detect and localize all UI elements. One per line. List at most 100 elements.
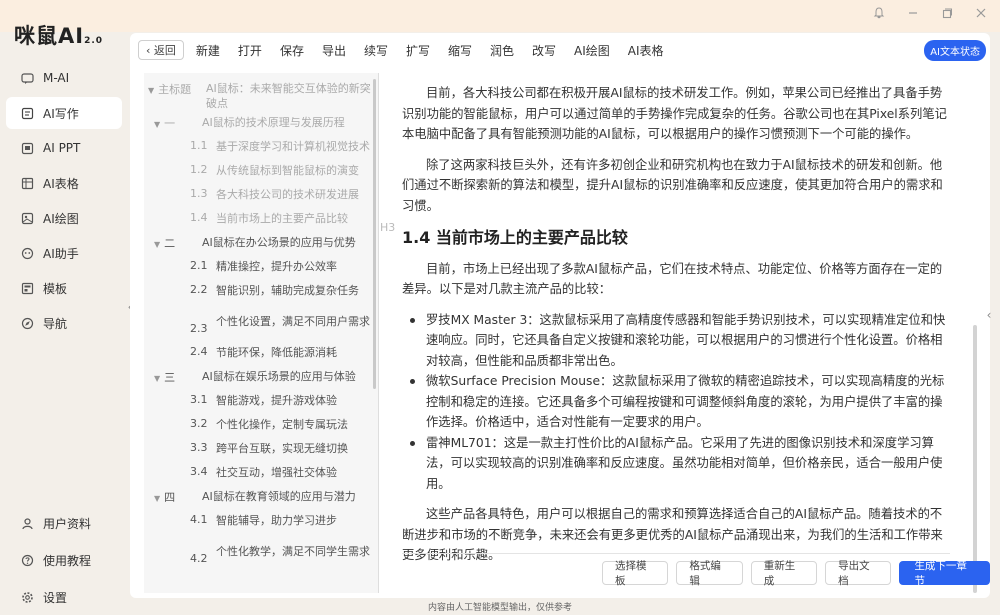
outline-text: 精准操控，提升办公效率: [216, 260, 337, 273]
heading-level-tag: H3: [380, 221, 396, 234]
outline-num: 3.2: [190, 417, 208, 430]
caret-down-icon: ▼: [154, 240, 161, 249]
section-heading: 1.4 当前市场上的主要产品比较: [402, 228, 628, 247]
table-icon: [20, 176, 34, 190]
outline-num: 2.4: [190, 345, 208, 358]
panel-divider[interactable]: [378, 73, 379, 593]
compass-icon: [20, 316, 34, 330]
outline-text: AI鼠标的技术原理与发展历程: [202, 116, 345, 129]
toolbar-export[interactable]: 导出: [322, 42, 346, 59]
template-icon: [20, 281, 34, 295]
sidebar-item-ai-assistant[interactable]: AI助手: [6, 237, 122, 269]
sidebar-item-label: AI助手: [43, 246, 79, 261]
back-button[interactable]: ‹ 返回: [138, 40, 184, 60]
outline-item[interactable]: 3.1 智能游戏，提升游戏体验: [148, 389, 375, 413]
sidebar-item-tutorial[interactable]: 使用教程: [6, 543, 122, 577]
caret-down-icon: ▼: [154, 120, 161, 129]
outline-item[interactable]: 2.4 节能环保，降低能源消耗: [148, 341, 375, 365]
collapse-right-panel-button[interactable]: ‹: [982, 308, 996, 332]
sidebar-item-navigation[interactable]: 导航: [6, 307, 122, 339]
toolbar-polish[interactable]: 润色: [490, 42, 514, 59]
caret-down-icon: ▼: [154, 374, 161, 383]
format-edit-button[interactable]: 格式编辑: [676, 560, 743, 587]
sidebar-item-label: AI绘图: [43, 211, 79, 226]
outline-item[interactable]: 3.4 社交互动，增强社交体验: [148, 461, 375, 485]
regenerate-button[interactable]: 重新生成: [750, 560, 818, 587]
toolbar-rewrite[interactable]: 改写: [532, 42, 556, 59]
outline-list: ▼ 主标题 AI鼠标：未来智能交互体验的新突破点 ▼ 一 AI鼠标的技术原理与发展历…: [144, 73, 379, 571]
outline-item[interactable]: 1.2 从传统鼠标到智能鼠标的演变: [148, 159, 375, 183]
outline-num: 3.4: [190, 465, 208, 478]
disclaimer-note: 内容由人工智能模型输出，仅供参考: [427, 603, 572, 613]
ai-status-badge[interactable]: AI文本状态: [924, 40, 986, 61]
close-icon[interactable]: [972, 6, 990, 24]
toolbar-save[interactable]: 保存: [280, 42, 304, 59]
outline-num: 二: [164, 237, 176, 250]
outline-section[interactable]: ▼ 一 AI鼠标的技术原理与发展历程: [148, 111, 375, 135]
bell-icon[interactable]: [870, 6, 888, 24]
outline-item[interactable]: 3.3 跨平台互联，实现无缝切换: [148, 437, 375, 461]
outline-item[interactable]: 2.3 个性化设置，满足不同用户需求: [148, 303, 375, 341]
outline-scrollbar[interactable]: [373, 79, 376, 389]
outline-item[interactable]: 3.2 个性化操作，定制专属玩法: [148, 413, 375, 437]
toolbar-continue[interactable]: 续写: [364, 42, 388, 59]
outline-num: 1.3: [190, 187, 208, 200]
sidebar-item-template[interactable]: 模板: [6, 272, 122, 304]
sidebar-item-user-profile[interactable]: 用户资料: [6, 506, 122, 540]
outline-text: 跨平台互联，实现无缝切换: [216, 442, 348, 455]
toolbar-shorten[interactable]: 缩写: [448, 42, 472, 59]
sidebar-item-label: M-AI: [43, 71, 70, 85]
bullet-icon: [410, 379, 415, 384]
sidebar-item-m-ai[interactable]: M-AI: [6, 62, 122, 94]
outline-num: 2.3: [190, 322, 208, 335]
document-content[interactable]: 目前，各大科技公司都在积极开展AI鼠标的技术研发工作。例如，苹果公司已经推出了具…: [402, 83, 950, 576]
outline-item[interactable]: 4.2 个性化教学，满足不同学生需求: [148, 533, 375, 571]
generate-next-chapter-button[interactable]: 生成下一章节: [899, 560, 990, 587]
minimize-icon[interactable]: [904, 6, 922, 24]
toolbar-ai-table[interactable]: AI表格: [628, 42, 664, 59]
toolbar-expand[interactable]: 扩写: [406, 42, 430, 59]
ppt-icon: [20, 141, 34, 155]
outline-num: 2.1: [190, 259, 208, 272]
list-item: 微软Surface Precision Mouse：这款鼠标采用了微软的精密追踪…: [402, 371, 950, 433]
outline-panel: ▼ 主标题 AI鼠标：未来智能交互体验的新突破点 ▼ 一 AI鼠标的技术原理与发展历…: [144, 73, 379, 593]
sidebar-item-ai-drawing[interactable]: AI绘图: [6, 202, 122, 234]
outline-text: 个性化设置，满足不同用户需求: [216, 315, 370, 328]
outline-item[interactable]: 2.1 精准操控，提升办公效率: [148, 255, 375, 279]
outline-item[interactable]: 2.2 智能识别，辅助完成复杂任务: [148, 279, 375, 303]
outline-section[interactable]: ▼ 四 AI鼠标在教育领域的应用与潜力: [148, 485, 375, 509]
toolbar-ai-drawing[interactable]: AI绘图: [574, 42, 610, 59]
outline-section[interactable]: ▼ 二 AI鼠标在办公场景的应用与优势: [148, 231, 375, 255]
caret-down-icon: ▼: [154, 494, 161, 503]
outline-item[interactable]: 4.1 智能辅导，助力学习进步: [148, 509, 375, 533]
app-version: 2.0: [84, 36, 104, 46]
sidebar-item-label: 使用教程: [43, 553, 92, 568]
outline-text: 节能环保，降低能源消耗: [216, 346, 337, 359]
content-scrollbar[interactable]: [973, 325, 977, 593]
outline-item[interactable]: 1.1 基于深度学习和计算机视觉技术: [148, 135, 375, 159]
outline-item[interactable]: 1.4 当前市场上的主要产品比较: [148, 207, 375, 231]
outline-section[interactable]: ▼ 三 AI鼠标在娱乐场景的应用与体验: [148, 365, 375, 389]
outline-root[interactable]: ▼ 主标题 AI鼠标：未来智能交互体验的新突破点: [148, 77, 375, 111]
outline-item[interactable]: 1.3 各大科技公司的技术研发进展: [148, 183, 375, 207]
outline-text: 个性化操作，定制专属玩法: [216, 418, 348, 431]
toolbar-new[interactable]: 新建: [196, 42, 220, 59]
toolbar-open[interactable]: 打开: [238, 42, 262, 59]
list-item: 罗技MX Master 3：这款鼠标采用了高精度传感器和智能手势识别技术，可以实…: [402, 310, 950, 372]
chevron-right-icon: ‹: [986, 308, 992, 322]
sidebar-item-label: 模板: [43, 281, 68, 296]
outline-text: 各大科技公司的技术研发进展: [216, 188, 359, 201]
sidebar-item-ai-table[interactable]: AI表格: [6, 167, 122, 199]
select-template-button[interactable]: 选择模板: [602, 560, 669, 587]
maximize-icon[interactable]: [938, 6, 956, 24]
list-item: 雷神ML701：这是一款主打性价比的AI鼠标产品。它采用了先进的图像识别技术和深…: [402, 433, 950, 495]
outline-num: 1.1: [190, 139, 208, 152]
sidebar-nav: M-AI AI写作 AI PPT AI表格 AI绘图 AI助手 模板 导航: [6, 62, 122, 342]
title-bar: [0, 0, 1000, 32]
sidebar-item-ai-ppt[interactable]: AI PPT: [6, 132, 122, 164]
outline-num: 一: [164, 117, 176, 130]
export-document-button[interactable]: 导出文档: [825, 560, 892, 587]
outline-text: 从传统鼠标到智能鼠标的演变: [216, 164, 359, 177]
sidebar-item-ai-writing[interactable]: AI写作: [6, 97, 122, 129]
outline-num: 1.2: [190, 163, 208, 176]
